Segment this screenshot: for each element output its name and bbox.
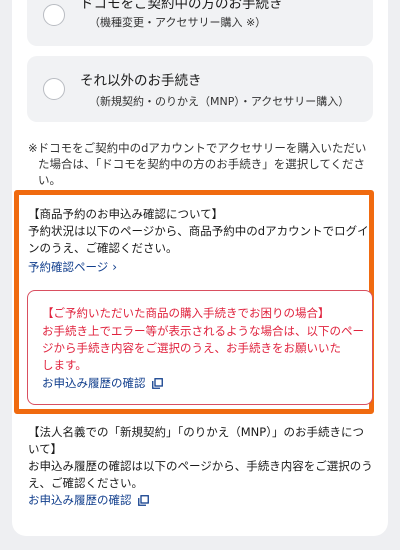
alert-history-link[interactable]: お申込み履歴の確認 [42, 375, 163, 391]
reservation-body-line: 予約状況は以下のページから、商品予約中のdアカウントでログイ [28, 224, 369, 238]
note-line: ※ドコモをご契約中のdアカウントでアクセサリーを購入いただい [28, 141, 367, 155]
note-line: い。 [38, 173, 61, 187]
option-docomo-contract[interactable]: ドコモをご契約中の方のお手続き （機種変更・アクセサリー購入 ※） [27, 0, 373, 46]
accessory-note: ※ドコモをご契約中のdアカウントでアクセサリーを購入いただい た場合は、「ドコモ… [28, 140, 373, 188]
link-label: お申込み履歴の確認 [42, 376, 146, 390]
alert-body-line: ジから手続き内容をご選択のうえ、お手続きをお願いいた [42, 341, 341, 355]
corporate-heading-line: いて】 [28, 442, 63, 456]
alert-body-line: お手続き上でエラー等が表示されるような場合は、以下のペー [42, 324, 364, 338]
option-subtitle: （新規契約・のりかえ（MNP）・アクセサリー購入） [89, 95, 350, 108]
corporate-body-line: お申込み履歴の確認は以下のページから、手続き内容をご選択のう [28, 459, 373, 473]
reservation-body-line: ンのうえ、ご確認ください。 [28, 241, 178, 255]
corporate-body-line: え、ご確認ください。 [28, 476, 143, 490]
option-other-procedure[interactable]: それ以外のお手続き （新規契約・のりかえ（MNP）・アクセサリー購入） [27, 56, 373, 122]
corporate-heading-line: 【法人名義での「新規契約」「のりかえ（MNP）」のお手続きにつ [28, 425, 364, 439]
link-label: お申込み履歴の確認 [28, 493, 132, 507]
radio-button[interactable] [43, 4, 65, 26]
option-subtitle: （機種変更・アクセサリー購入 ※） [89, 16, 267, 29]
corporate-history-link[interactable]: お申込み履歴の確認 [28, 492, 149, 508]
chevron-right-icon: › [112, 260, 118, 274]
external-link-icon [151, 378, 163, 389]
option-title: ドコモをご契約中の方のお手続き [80, 0, 283, 12]
external-link-icon [137, 495, 149, 506]
reservation-confirm-link[interactable]: 予約確認ページ › [28, 259, 117, 275]
reservation-heading: 【商品予約のお申込み確認について】 [28, 207, 224, 221]
option-title: それ以外のお手続き [80, 73, 202, 89]
alert-body-line: します。 [42, 358, 87, 372]
link-label: 予約確認ページ [28, 260, 109, 274]
alert-heading: 【ご予約いただいた商品の購入手続きでお困りの場合】 [42, 306, 330, 320]
radio-button[interactable] [43, 78, 65, 100]
note-line: た場合は、「ドコモを契約中の方のお手続き」を選択してくださ [38, 157, 366, 171]
